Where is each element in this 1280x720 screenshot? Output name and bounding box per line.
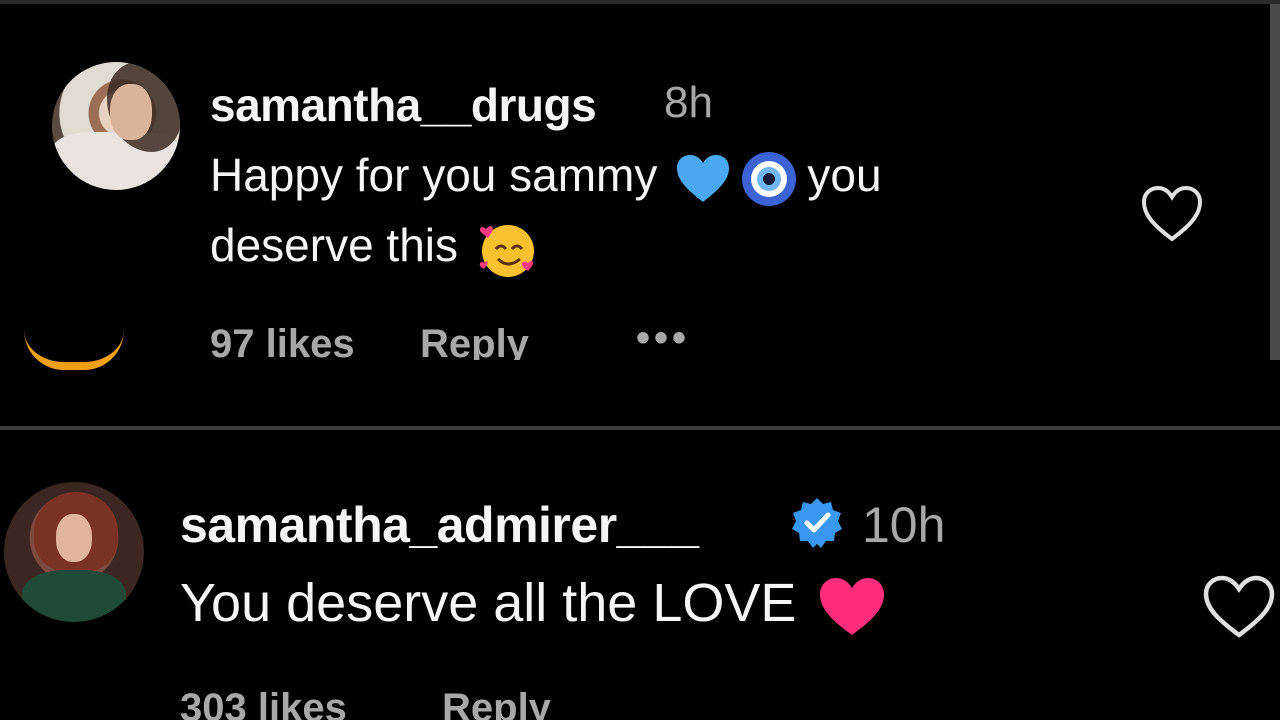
comment-text: You deserve all the LOVE [180, 573, 797, 633]
avatar[interactable] [4, 482, 144, 622]
comment-card: samantha__drugs 8h Happy for you sammy y… [0, 0, 1280, 360]
card-edge [1270, 4, 1280, 360]
blue-heart-icon [677, 154, 730, 202]
comment-text: you [807, 149, 882, 201]
comment-text-line-2: deserve this [210, 218, 538, 279]
more-options-button[interactable]: ••• [636, 316, 690, 360]
reply-button[interactable]: Reply [420, 322, 529, 360]
heart-outline-icon[interactable] [1202, 574, 1276, 640]
divider [0, 426, 1280, 430]
comment-username[interactable]: samantha_admirer___ [180, 496, 699, 554]
nazar-amulet-icon [742, 151, 797, 206]
avatar[interactable] [52, 62, 180, 190]
likes-count[interactable]: 97 likes [210, 322, 355, 360]
pink-heart-icon [820, 577, 885, 635]
comment-text: deserve this [210, 219, 459, 271]
comment-timestamp: 8h [664, 78, 713, 127]
comment-timestamp: 10h [862, 497, 946, 553]
comment-text: Happy for you sammy [210, 149, 658, 201]
heart-outline-icon[interactable] [1140, 184, 1204, 244]
likes-count[interactable]: 303 likes [180, 686, 347, 720]
reply-button[interactable]: Reply [442, 686, 551, 720]
comment-username[interactable]: samantha__drugs [210, 78, 597, 132]
partial-avatar-ring [24, 330, 124, 370]
comment-text-line-1: Happy for you sammy you [210, 148, 882, 207]
verified-badge-icon [792, 498, 842, 548]
smiling-face-with-hearts-icon [479, 224, 535, 277]
comment-text-line-1: You deserve all the LOVE [180, 572, 886, 637]
comments-screen: samantha__drugs 8h Happy for you sammy y… [0, 0, 1280, 720]
